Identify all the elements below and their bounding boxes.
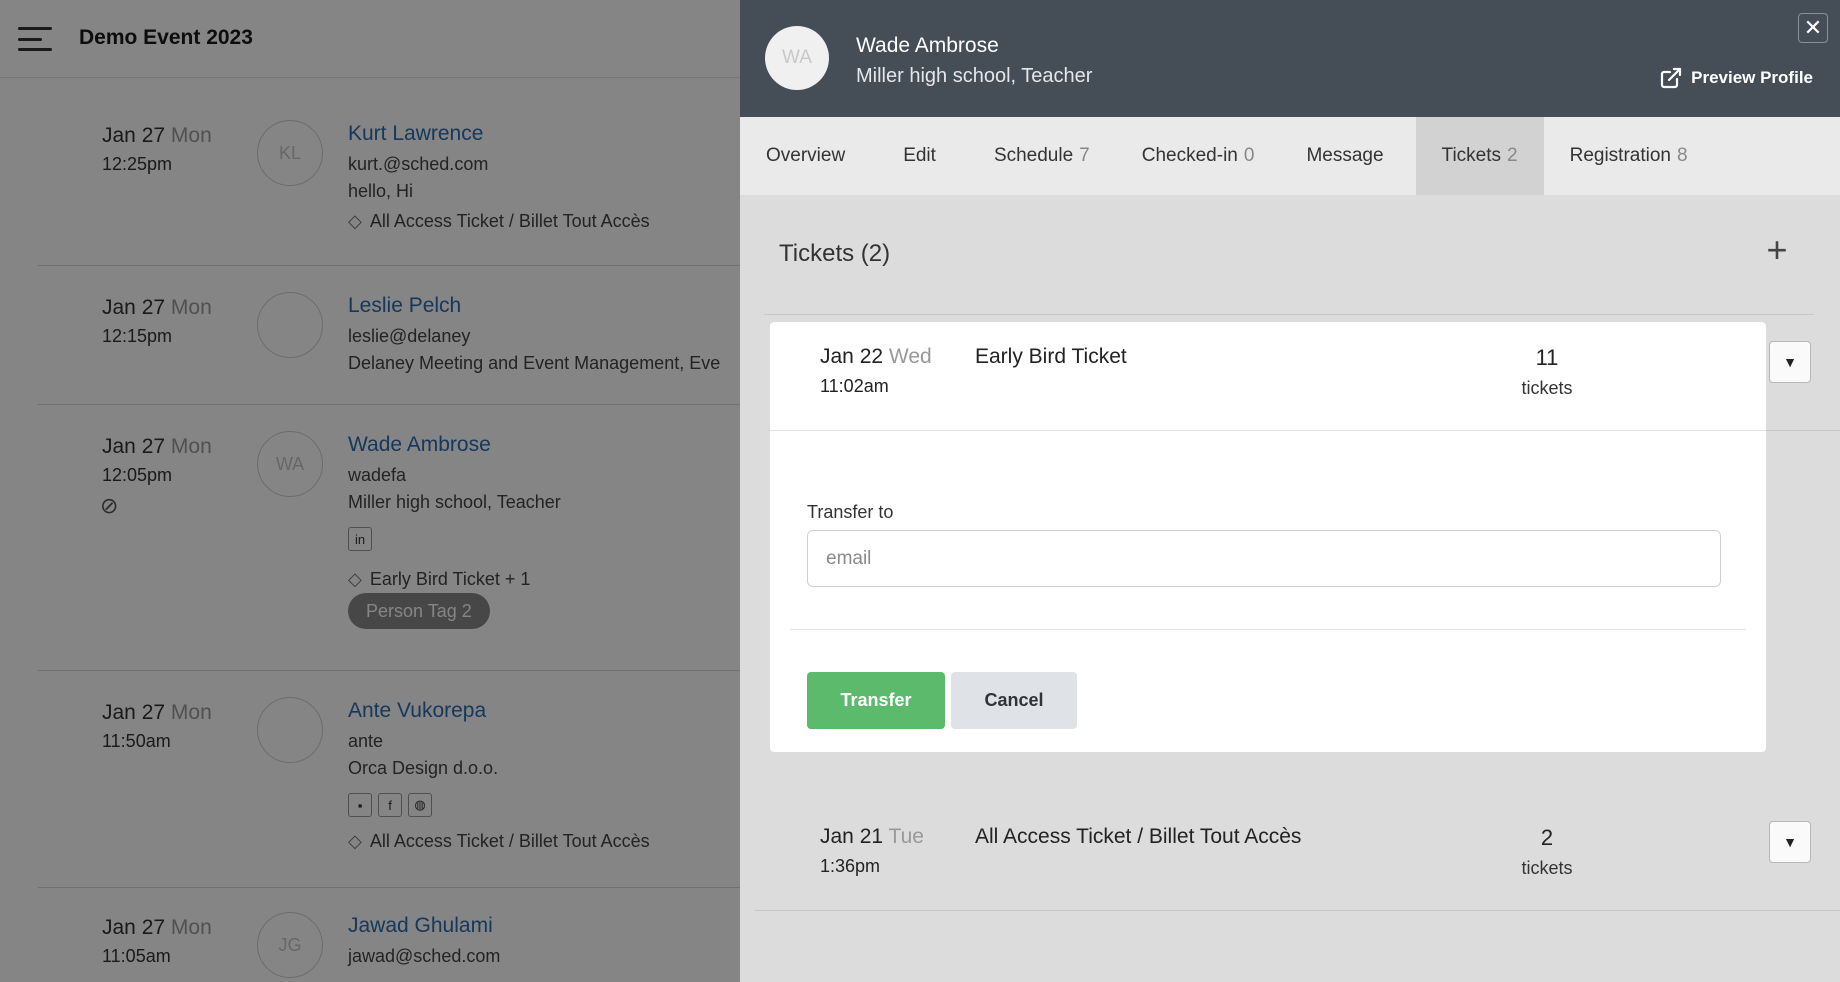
transfer-email-input[interactable] xyxy=(807,530,1721,587)
tab-registration[interactable]: Registration 8 xyxy=(1544,117,1714,195)
avatar: WA xyxy=(765,26,829,90)
external-link-icon xyxy=(1661,67,1682,89)
caret-down-icon: ▼ xyxy=(1783,834,1797,850)
close-icon: ✕ xyxy=(1803,15,1823,40)
modal-overlay[interactable] xyxy=(0,0,740,982)
panel-header: WA Wade Ambrose Miller high school, Teac… xyxy=(740,0,1840,117)
tab-bar: Overview Edit Schedule 7 Checked-in 0 Mess… xyxy=(740,117,1840,195)
attendee-list-page: Demo Event 2023 Jan 27 Mon 12:25pm KL Ku… xyxy=(0,0,740,982)
attendee-detail-panel: WA Wade Ambrose Miller high school, Teac… xyxy=(740,0,1840,982)
ticket-count: 2 xyxy=(1540,825,1554,850)
preview-profile-label: Preview Profile xyxy=(1691,68,1813,87)
tab-edit[interactable]: Edit xyxy=(877,117,968,195)
cancel-button[interactable]: Cancel xyxy=(951,672,1077,729)
add-ticket-button[interactable]: + xyxy=(1760,232,1794,269)
ticket-actions-dropdown[interactable]: ▼ xyxy=(1769,821,1811,863)
close-button[interactable]: ✕ xyxy=(1798,13,1828,43)
tab-schedule[interactable]: Schedule 7 xyxy=(968,117,1116,195)
ticket-count: 11 xyxy=(1535,345,1559,370)
tab-tickets[interactable]: Tickets 2 xyxy=(1415,117,1544,195)
divider xyxy=(770,430,1766,431)
attendee-subtitle: Miller high school, Teacher xyxy=(856,65,1093,87)
tab-message[interactable]: Message xyxy=(1280,117,1415,195)
caret-down-icon: ▼ xyxy=(1783,354,1797,370)
tab-overview[interactable]: Overview xyxy=(740,117,877,195)
transfer-to-label: Transfer to xyxy=(807,502,894,522)
preview-profile-link[interactable]: Preview Profile xyxy=(1659,66,1813,90)
divider xyxy=(754,910,1840,911)
divider xyxy=(1766,430,1840,431)
ticket-date: Jan 22 Wed xyxy=(820,345,932,368)
ticket-time: 11:02am xyxy=(820,376,889,396)
divider xyxy=(790,629,1746,630)
tickets-heading: Tickets (2) xyxy=(779,240,891,267)
tab-checked-in[interactable]: Checked-in 0 xyxy=(1116,117,1281,195)
ticket-name: All Access Ticket / Billet Tout Accès xyxy=(975,825,1302,848)
ticket-actions-dropdown[interactable]: ▼ xyxy=(1769,341,1811,383)
ticket-count-unit: tickets xyxy=(1521,378,1573,398)
ticket-name: Early Bird Ticket xyxy=(975,345,1127,368)
ticket-date: Jan 21 Tue xyxy=(820,825,924,848)
ticket-time: 1:36pm xyxy=(820,856,881,876)
plus-icon: + xyxy=(1766,229,1788,270)
divider xyxy=(764,314,1814,315)
ticket-transfer-card: Jan 22 Wed 11:02am Early Bird Ticket 11 … xyxy=(770,322,1766,752)
attendee-name: Wade Ambrose xyxy=(856,34,999,57)
transfer-button[interactable]: Transfer xyxy=(807,672,945,729)
ticket-count-unit: tickets xyxy=(1521,858,1573,878)
